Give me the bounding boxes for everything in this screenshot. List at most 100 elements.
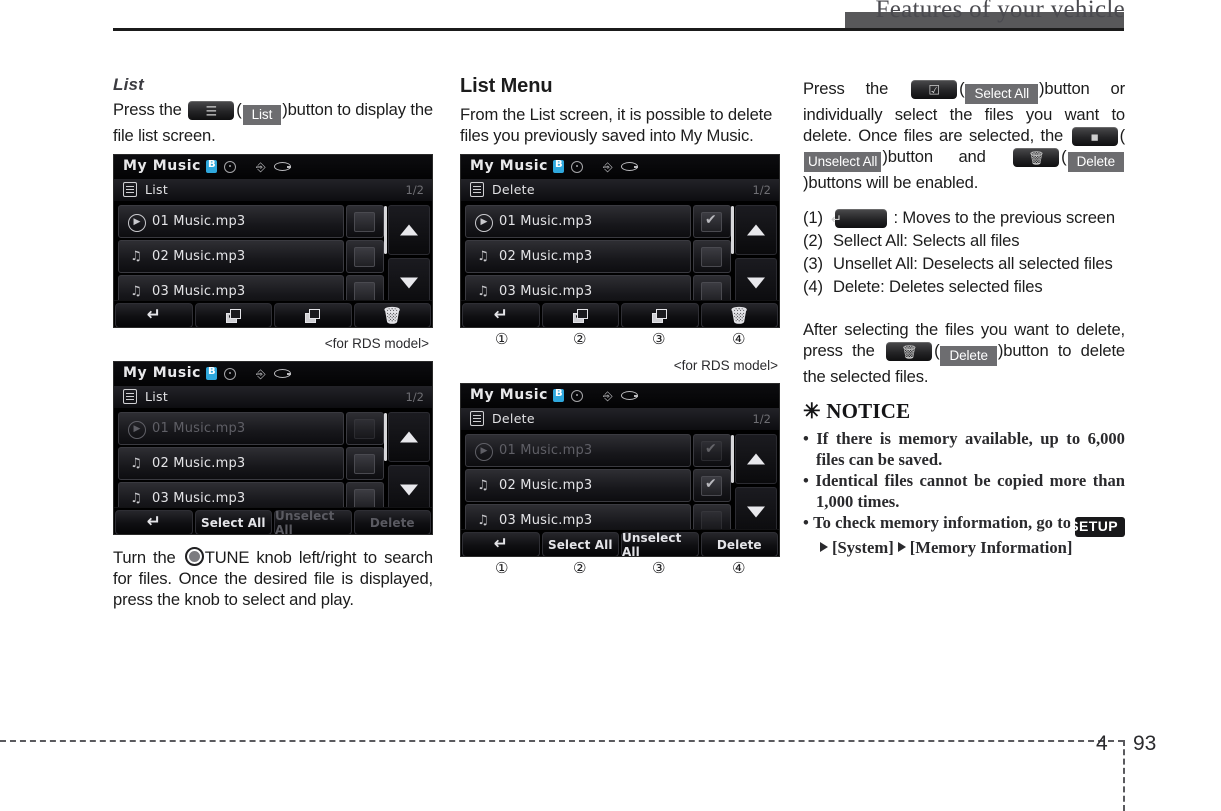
select-all-button[interactable]: Select All <box>541 532 619 556</box>
music-note-icon: ♫ <box>477 284 489 299</box>
device-title: My Music <box>123 365 202 381</box>
chevron-up-icon <box>747 224 765 236</box>
aux-icon <box>273 369 291 378</box>
paragraph-text-pre: Press the <box>113 100 182 119</box>
row-checkbox[interactable] <box>346 240 384 273</box>
callout-numbers-row: ① ② ③ ④ <box>460 330 780 356</box>
bluetooth-icon <box>553 159 564 173</box>
delete-button[interactable]: 🗑 <box>353 303 431 327</box>
row-checkbox[interactable] <box>346 447 384 480</box>
play-circle-icon: ▶ <box>475 214 493 232</box>
delete-button[interactable]: Delete <box>353 510 431 534</box>
music-note-icon: ♫ <box>130 456 142 471</box>
file-list: ▶ 01 Music.mp3 ♫ 02 Music.mp3 ♫ 03 Music… <box>118 205 344 310</box>
scroll-up-button[interactable] <box>388 205 430 255</box>
notice-item-memory-info: To check memory information, go to SETUP… <box>803 512 1125 558</box>
back-arrow-icon: ↵ <box>493 305 508 325</box>
music-note-icon: ♫ <box>130 491 142 506</box>
device-body: ▶ 01 Music.mp3 ♫ 02 Music.mp3 ♫ 03 Music… <box>114 202 432 327</box>
bluetooth-icon <box>553 388 564 402</box>
setup-button-chip: SETUP <box>1069 517 1125 537</box>
list-item[interactable]: ▶ 01 Music.mp3 <box>465 205 691 238</box>
scrollbar[interactable] <box>731 206 734 254</box>
list-item[interactable]: ♫ 02 Music.mp3 <box>465 469 691 502</box>
chevron-up-icon <box>400 224 418 236</box>
delete-button[interactable]: Delete <box>700 532 778 556</box>
unselect-all-button[interactable]: Unselect All <box>274 509 352 534</box>
list-item[interactable]: ♫ 02 Music.mp3 <box>118 447 344 480</box>
scrollbar[interactable] <box>731 435 734 483</box>
back-button[interactable]: ↵ <box>115 303 193 327</box>
row-checkbox[interactable] <box>693 469 731 502</box>
callout-3: ③ <box>652 330 666 348</box>
chevron-down-icon <box>747 277 765 289</box>
scroll-up-button[interactable] <box>388 412 430 462</box>
notice-last-c: [Memory Information] <box>909 538 1073 557</box>
column-left: List Press the ☰(List)button to display … <box>113 75 433 618</box>
list-icon-glyph: ☰ <box>205 103 217 118</box>
select-all-button[interactable] <box>541 303 619 327</box>
disc-icon <box>571 160 583 173</box>
checkbox-icon <box>354 489 375 509</box>
scroll-buttons <box>735 205 777 311</box>
disc-icon <box>571 389 583 402</box>
row-checkbox[interactable] <box>346 205 384 238</box>
device-title: My Music <box>470 387 549 403</box>
list-menu-icon <box>470 182 484 197</box>
device-statusbar: My Music ⎆ <box>114 362 432 386</box>
row-checkbox[interactable] <box>693 205 731 238</box>
callout-item-3-number: (3) <box>803 254 823 273</box>
scrollbar[interactable] <box>384 206 387 254</box>
list-item-label: 03 Music.mp3 <box>499 284 593 299</box>
device-menu-label: List <box>145 182 169 197</box>
checkbox-icon <box>701 511 722 531</box>
list-menu-icon <box>470 411 484 426</box>
back-button[interactable]: ↵ <box>115 510 193 534</box>
back-button[interactable]: ↵ <box>462 303 540 327</box>
unselect-all-button[interactable] <box>274 303 352 327</box>
paragraph-select-all: Press the ☑(Select All)button or individ… <box>803 79 1125 192</box>
list-item[interactable]: ▶ 01 Music.mp3 <box>118 205 344 238</box>
select-all-button[interactable] <box>194 303 272 327</box>
unselect-all-button[interactable] <box>621 303 699 327</box>
scroll-buttons <box>735 434 777 540</box>
music-note-icon: ♫ <box>477 249 489 264</box>
list-item[interactable]: ♫ 02 Music.mp3 <box>118 240 344 273</box>
notice-item: Identical files cannot be copied more th… <box>803 470 1125 512</box>
disc-icon <box>224 367 236 380</box>
numbered-callout-list: (1) ↵ : Moves to the previous screen (2) S… <box>803 207 1125 297</box>
callout-2: ② <box>573 330 587 348</box>
unselect-all-button[interactable]: Unselect All <box>621 531 699 556</box>
delete-button[interactable]: 🗑 <box>700 303 778 327</box>
scroll-up-button[interactable] <box>735 205 777 255</box>
select-all-button[interactable]: Select All <box>194 510 272 534</box>
scrollbar[interactable] <box>384 413 387 461</box>
paragraph-tune-knob: Turn the TUNE knob left/right to search … <box>113 547 433 610</box>
scroll-up-button[interactable] <box>735 434 777 484</box>
callout-item-2-label: Sellect All: Selects all files <box>833 231 1020 250</box>
trash-icon-glyph: 🗑 <box>1027 150 1045 165</box>
device-menu-label: Delete <box>492 182 535 197</box>
status-icon-group: ⎆ <box>553 388 638 402</box>
list-item[interactable]: ▶ 01 Music.mp3 <box>118 412 344 445</box>
callout-item-1-number: (1) <box>803 208 823 227</box>
checkbox-icon <box>354 282 375 302</box>
list-item[interactable]: ♫ 02 Music.mp3 <box>465 240 691 273</box>
list-item-label: 01 Music.mp3 <box>499 214 593 229</box>
arrow-right-icon <box>820 542 828 552</box>
play-circle-icon: ▶ <box>128 214 146 232</box>
chip-label-unselect-all: Unselect All <box>804 152 882 172</box>
music-note-icon: ♫ <box>477 513 489 528</box>
paragraph-list-menu-intro: From the List screen, it is possible to … <box>460 105 773 145</box>
callout-4: ④ <box>732 330 746 348</box>
file-list: ▶ 01 Music.mp3 ♫ 02 Music.mp3 ♫ 03 Music… <box>465 434 691 539</box>
select-all-icon-glyph: ☑ <box>928 82 940 97</box>
device-body: ▶ 01 Music.mp3 ♫ 02 Music.mp3 ♫ 03 Music… <box>461 431 779 556</box>
row-checkbox[interactable] <box>693 240 731 273</box>
back-button[interactable]: ↵ <box>462 532 540 556</box>
chevron-down-icon <box>747 506 765 518</box>
play-circle-icon: ▶ <box>475 443 493 461</box>
row-checkbox[interactable] <box>693 434 731 467</box>
row-checkbox[interactable] <box>346 412 384 445</box>
list-item[interactable]: ▶ 01 Music.mp3 <box>465 434 691 467</box>
